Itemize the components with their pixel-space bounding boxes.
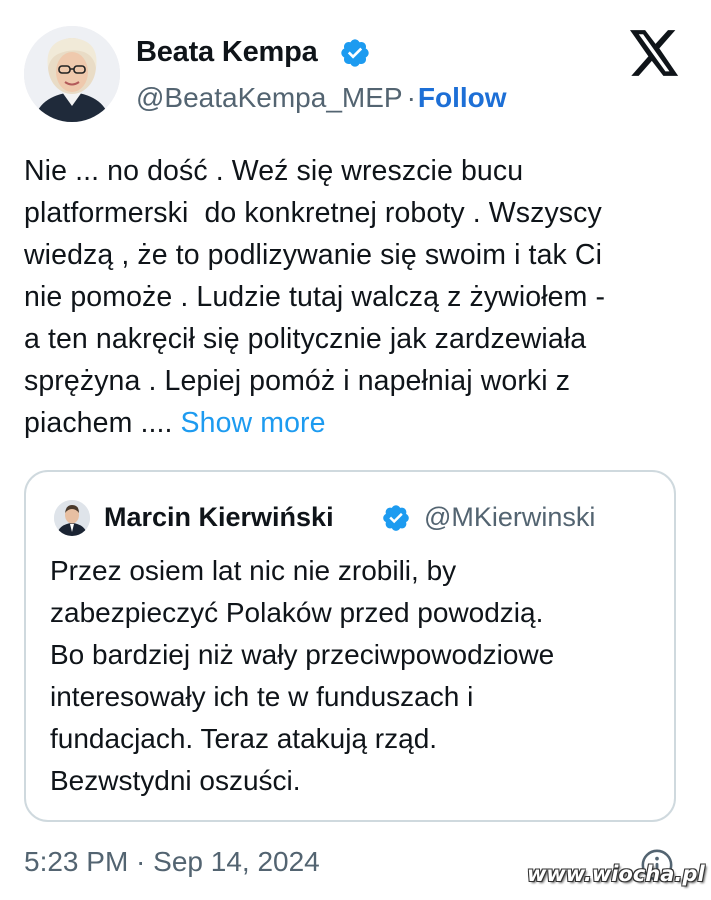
tweet-text-line: a ten nakręcił się politycznie jak zardz… bbox=[24, 323, 587, 355]
quote-author-handle[interactable]: @MKierwinski bbox=[424, 502, 595, 533]
follow-button[interactable]: Follow bbox=[418, 82, 507, 113]
tweet-text-line: nie pomoże . Ludzie tutaj walczą z żywio… bbox=[24, 281, 606, 313]
verified-badge-icon bbox=[341, 39, 369, 67]
verified-badge-icon bbox=[383, 505, 409, 531]
quote-text-line: Bo bardziej niż wały przeciwpowodziowe bbox=[50, 639, 555, 670]
tweet-card: Beata Kempa @BeataKempa_MEP ·Follow Nie .… bbox=[0, 0, 711, 900]
quoted-tweet[interactable]: Marcin Kierwiński @MKierwinski Przez osi… bbox=[24, 470, 676, 822]
quote-text-line: Bezwstydni oszuści. bbox=[50, 765, 301, 796]
author-handle[interactable]: @BeataKempa_MEP bbox=[136, 82, 403, 113]
tweet-text-line: platformerski do konkretnej roboty . Wsz… bbox=[24, 197, 602, 229]
quote-text: Przez osiem lat nic nie zrobili, by zabe… bbox=[50, 550, 660, 802]
author-name[interactable]: Beata Kempa bbox=[136, 36, 318, 69]
quote-text-line: interesowały ich te w funduszach i bbox=[50, 681, 474, 712]
tweet-text-line: piachem .... bbox=[24, 407, 181, 439]
x-logo-icon[interactable] bbox=[630, 30, 680, 76]
tweet-text-line: Nie ... no dość . Weź się wreszcie bucu bbox=[24, 155, 524, 187]
quote-text-line: Przez osiem lat nic nie zrobili, by bbox=[50, 555, 457, 586]
handle-separator: · bbox=[406, 82, 416, 113]
quote-text-line: fundacjach. Teraz atakują rząd. bbox=[50, 723, 438, 754]
quote-author-avatar[interactable] bbox=[54, 500, 90, 536]
tweet-text-line: wiedzą , że to podlizywanie się swoim i … bbox=[24, 239, 602, 271]
author-avatar[interactable] bbox=[24, 26, 120, 122]
author-handle-line: @BeataKempa_MEP ·Follow bbox=[136, 82, 507, 114]
tweet-text: Nie ... no dość . Weź się wreszcie bucu … bbox=[24, 150, 694, 444]
tweet-text-line: sprężyna . Lepiej pomóż i napełniaj work… bbox=[24, 365, 571, 397]
show-more-link[interactable]: Show more bbox=[181, 407, 326, 439]
quote-author-name[interactable]: Marcin Kierwiński bbox=[104, 502, 334, 533]
tweet-text-last-line: piachem .... Show more bbox=[24, 402, 694, 444]
quote-text-line: zabezpieczyć Polaków przed powodzią. bbox=[50, 597, 544, 628]
watermark: www.wiocha.pl bbox=[527, 862, 705, 886]
tweet-timestamp[interactable]: 5:23 PM · Sep 14, 2024 bbox=[24, 846, 320, 878]
